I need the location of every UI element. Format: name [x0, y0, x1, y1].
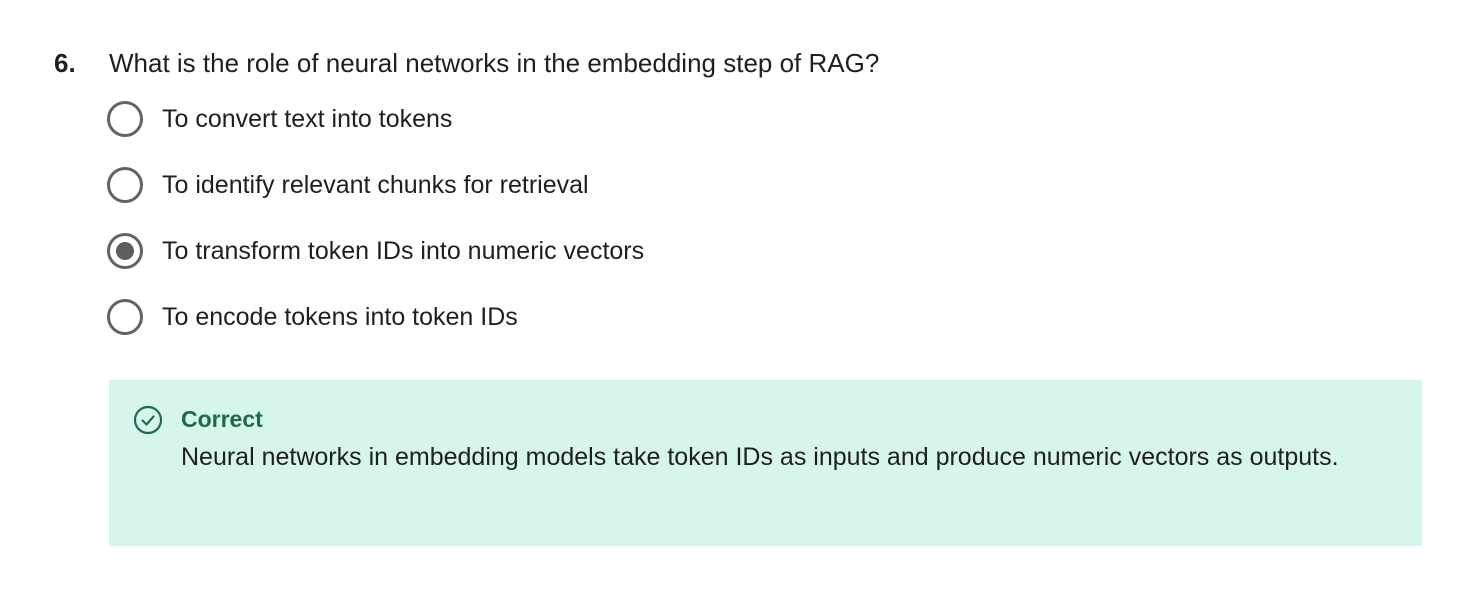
- answer-option-1[interactable]: To convert text into tokens: [107, 98, 1424, 140]
- radio-dot-icon: [116, 242, 134, 260]
- radio-button-icon[interactable]: [107, 233, 143, 269]
- answer-options: To convert text into tokens To identify …: [107, 98, 1424, 338]
- answer-option-label[interactable]: To transform token IDs into numeric vect…: [162, 234, 644, 268]
- feedback-panel: Correct Neural networks in embedding mod…: [109, 380, 1422, 546]
- answer-option-2[interactable]: To identify relevant chunks for retrieva…: [107, 164, 1424, 206]
- question-text: What is the role of neural networks in t…: [109, 48, 880, 78]
- feedback-status: Correct: [181, 406, 263, 432]
- feedback-body: Correct Neural networks in embedding mod…: [181, 402, 1341, 479]
- question-header: 6. What is the role of neural networks i…: [54, 44, 1424, 82]
- answer-option-label[interactable]: To identify relevant chunks for retrieva…: [162, 168, 589, 202]
- radio-button-icon[interactable]: [107, 101, 143, 137]
- answer-option-label[interactable]: To convert text into tokens: [162, 102, 452, 136]
- radio-button-icon[interactable]: [107, 167, 143, 203]
- answer-option-label[interactable]: To encode tokens into token IDs: [162, 300, 518, 334]
- answer-option-3[interactable]: To transform token IDs into numeric vect…: [107, 230, 1424, 272]
- feedback-row: Correct Neural networks in embedding mod…: [133, 402, 1398, 479]
- quiz-question: 6. What is the role of neural networks i…: [54, 44, 1424, 338]
- question-number: 6.: [54, 48, 76, 78]
- feedback-message: Neural networks in embedding models take…: [181, 443, 1339, 471]
- answer-option-4[interactable]: To encode tokens into token IDs: [107, 296, 1424, 338]
- radio-button-icon[interactable]: [107, 299, 143, 335]
- check-circle-icon: [133, 405, 163, 435]
